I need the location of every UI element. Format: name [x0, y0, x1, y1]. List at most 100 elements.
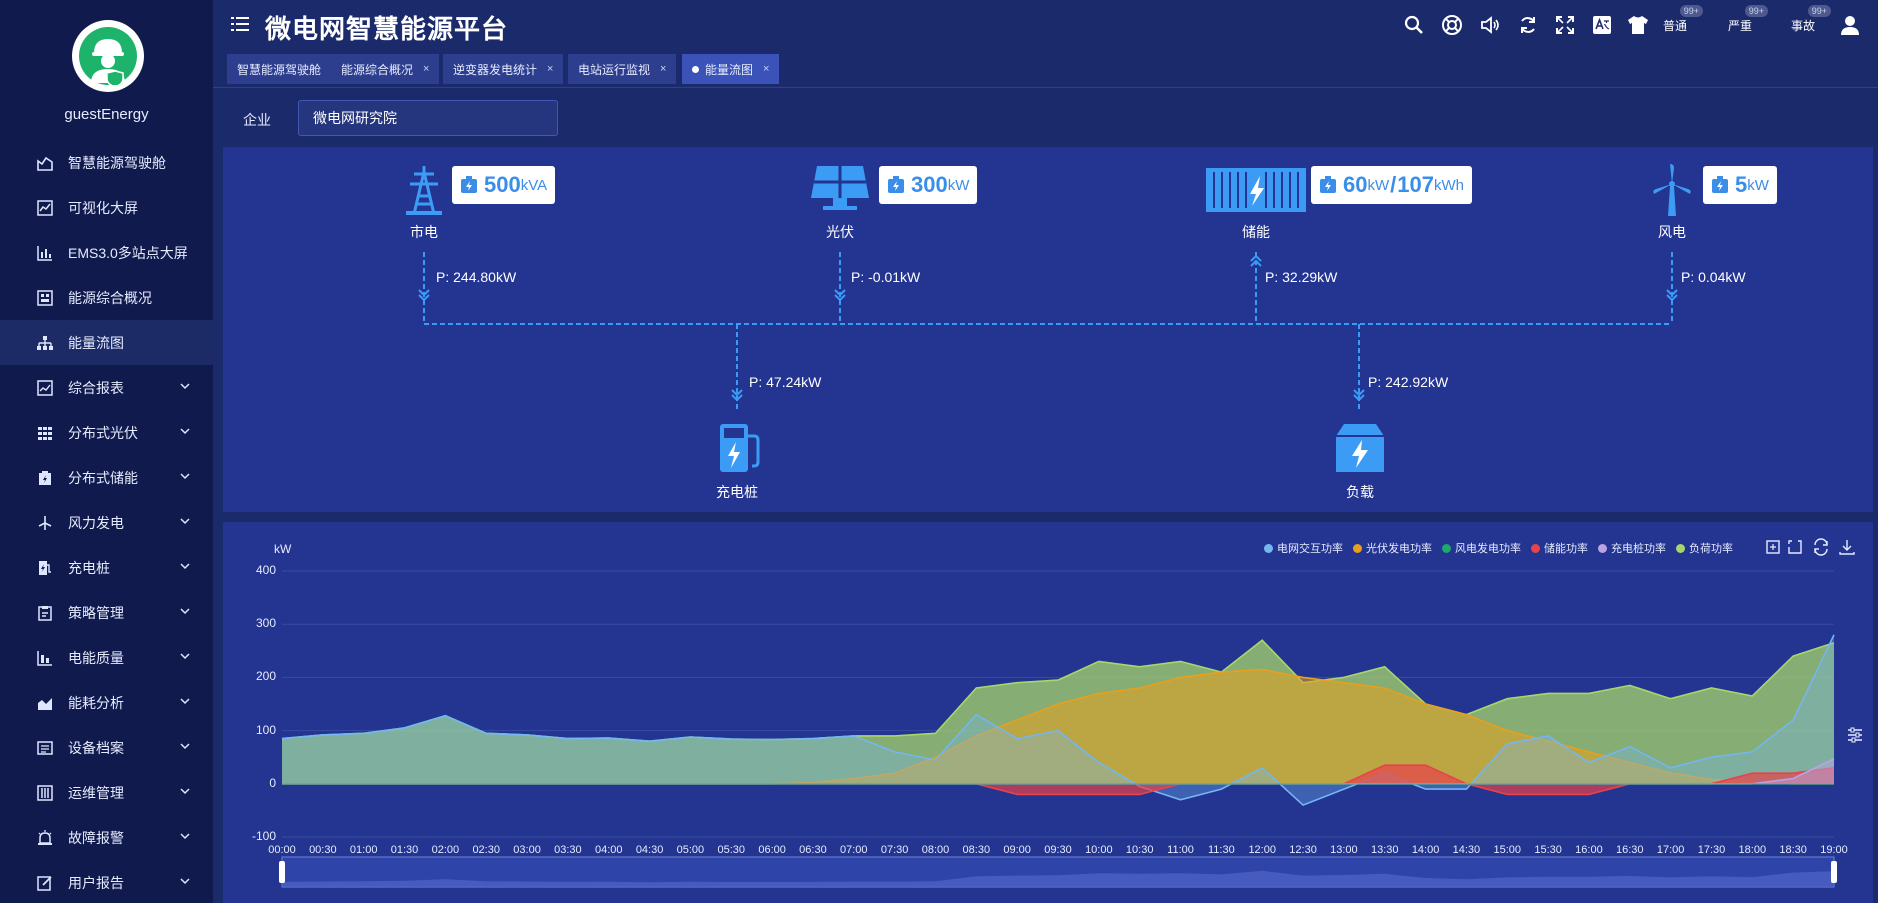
tab-cockpit[interactable]: 智慧能源驾驶舱	[227, 54, 332, 84]
x-tick-label: 07:30	[880, 844, 909, 856]
tab-station-monitor[interactable]: 电站运行监视 ×	[568, 54, 677, 84]
refresh-icon[interactable]	[1517, 14, 1539, 36]
close-icon[interactable]: ×	[547, 63, 553, 75]
alarm-icon	[36, 829, 54, 847]
zoom-icon[interactable]	[1764, 538, 1782, 556]
sidebar-item-user-report[interactable]: 用户报告	[0, 860, 213, 903]
sidebar-item-overview[interactable]: 能源综合概况	[0, 275, 213, 320]
sidebar-item-cockpit[interactable]: 智慧能源驾驶舱	[0, 140, 213, 185]
status-normal-button[interactable]: 普通 99+	[1653, 5, 1703, 37]
tab-label: 能源综合概况	[341, 62, 414, 77]
tab-inverter-stats[interactable]: 逆变器发电统计 ×	[443, 54, 564, 84]
close-icon[interactable]: ×	[423, 63, 429, 75]
legend-item-storage[interactable]: 储能功率	[1531, 540, 1588, 556]
x-tick-label: 14:30	[1452, 844, 1481, 856]
avatar[interactable]	[72, 20, 144, 92]
wind-power-label: P: 0.04kW	[1681, 269, 1746, 285]
close-icon[interactable]: ×	[660, 63, 666, 75]
sidebar-item-pv[interactable]: 分布式光伏	[0, 410, 213, 455]
sidebar-item-reports[interactable]: 综合报表	[0, 365, 213, 410]
chevron-down-icon	[180, 383, 190, 390]
status-serious-button[interactable]: 严重 99+	[1718, 5, 1768, 37]
load-node-label: 负载	[1346, 484, 1374, 500]
help-lifebuoy-icon[interactable]	[1441, 14, 1463, 36]
x-tick-label: 16:30	[1616, 844, 1644, 856]
battery-bolt-icon	[1712, 176, 1728, 193]
sidebar-item-label: 充电桩	[68, 559, 110, 576]
legend-item-pv[interactable]: 光伏发电功率	[1353, 540, 1432, 556]
legend-item-wind[interactable]: 风电发电功率	[1442, 540, 1521, 556]
x-tick-label: 01:30	[390, 844, 419, 856]
user-icon[interactable]	[1839, 14, 1861, 36]
y-tick-label: 200	[255, 669, 276, 684]
legend-dot	[1531, 543, 1540, 553]
slash-separator: /	[1390, 172, 1397, 197]
menu-toggle-icon[interactable]	[231, 16, 249, 32]
close-icon[interactable]: ×	[763, 63, 769, 75]
tab-bar: 智慧能源驾驶舱 能源综合概况 × 逆变器发电统计 × 电站运行监视 × 能量流图…	[213, 50, 1878, 88]
chevron-down-icon	[180, 653, 190, 660]
storage-energy-value: 107	[1397, 172, 1434, 197]
legend-label: 风电发电功率	[1455, 543, 1521, 555]
tab-energy-overview[interactable]: 能源综合概况 ×	[331, 54, 440, 84]
wind-turbine-icon	[1653, 164, 1691, 216]
x-tick-label: 18:00	[1738, 844, 1767, 856]
chart-legend: 电网交互功率 光伏发电功率 风电发电功率 储能功率 充电桩功率 负荷功率	[1264, 540, 1743, 556]
wind-icon	[36, 514, 54, 532]
legend-item-charger[interactable]: 充电桩功率	[1598, 540, 1666, 556]
sidebar-item-label: 故障报警	[68, 829, 124, 846]
sidebar-item-consumption[interactable]: 能耗分析	[0, 680, 213, 725]
quality-icon	[36, 649, 54, 667]
chart-ylabel: kW	[274, 542, 292, 556]
status-normal-label: 普通	[1662, 18, 1687, 33]
theme-shirt-icon[interactable]	[1627, 14, 1649, 36]
zoom-reset-icon[interactable]	[1786, 538, 1804, 556]
maintenance-icon	[36, 784, 54, 802]
x-tick-label: 11:30	[1208, 844, 1235, 856]
storage-energy-unit: kWh	[1434, 176, 1464, 194]
x-tick-label: 18:30	[1779, 844, 1807, 856]
sidebar-item-maintenance[interactable]: 运维管理	[0, 770, 213, 815]
sidebar-item-label: 运维管理	[68, 784, 124, 801]
sidebar-item-label: 综合报表	[68, 379, 124, 396]
sidebar-item-label: 分布式储能	[68, 469, 138, 486]
charger-power-label: P: 47.24kW	[749, 374, 822, 390]
tab-label: 智慧能源驾驶舱	[237, 62, 322, 77]
sidebar-item-ems-screen[interactable]: EMS3.0多站点大屏	[0, 230, 213, 275]
sidebar-item-energy-flow[interactable]: 能量流图	[0, 320, 213, 365]
sidebar-item-strategy[interactable]: 策略管理	[0, 590, 213, 635]
status-accident-button[interactable]: 事故 99+	[1781, 5, 1831, 37]
x-tick-label: 13:00	[1330, 844, 1358, 856]
y-tick-label: -100	[251, 829, 276, 843]
legend-item-load[interactable]: 负荷功率	[1676, 540, 1733, 556]
tab-energy-flow[interactable]: 能量流图 ×	[682, 54, 780, 84]
search-icon[interactable]	[1403, 14, 1425, 36]
download-icon[interactable]	[1838, 538, 1856, 556]
filter-sliders-icon[interactable]	[1846, 726, 1864, 744]
x-tick-label: 07:00	[840, 844, 868, 856]
storage-power-label: P: 32.29kW	[1265, 269, 1338, 285]
sidebar-item-fault-alarm[interactable]: 故障报警	[0, 815, 213, 860]
enterprise-select[interactable]	[298, 100, 558, 136]
restore-icon[interactable]	[1812, 538, 1830, 556]
x-tick-label: 06:00	[758, 844, 786, 856]
sidebar-item-wind[interactable]: 风力发电	[0, 500, 213, 545]
x-tick-label: 17:30	[1697, 844, 1726, 856]
volume-icon[interactable]	[1479, 14, 1501, 36]
x-tick-label: 04:00	[594, 844, 623, 856]
app-title: 微电网智慧能源平台	[265, 14, 509, 44]
legend-label: 储能功率	[1544, 543, 1588, 555]
sidebar-item-power-quality[interactable]: 电能质量	[0, 635, 213, 680]
chevron-down-icon	[180, 518, 190, 525]
sidebar-item-storage[interactable]: 分布式储能	[0, 455, 213, 500]
sidebar-item-visual-screen[interactable]: 可视化大屏	[0, 185, 213, 230]
pv-capacity-box: 300 kW	[879, 166, 978, 204]
x-tick-label: 16:00	[1575, 844, 1603, 856]
translate-icon[interactable]	[1591, 14, 1613, 36]
sidebar-item-label: 电能质量	[68, 649, 124, 666]
sidebar-item-charger[interactable]: 充电桩	[0, 545, 213, 590]
x-tick-label: 09:30	[1044, 844, 1072, 856]
fullscreen-icon[interactable]	[1554, 14, 1576, 36]
sidebar-item-device-archive[interactable]: 设备档案	[0, 725, 213, 770]
legend-item-grid[interactable]: 电网交互功率	[1264, 540, 1343, 556]
